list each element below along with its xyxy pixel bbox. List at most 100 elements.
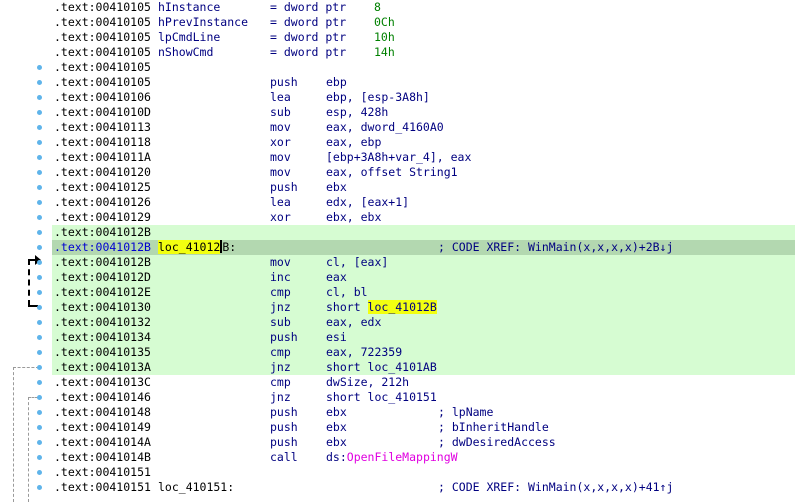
instruction-operands[interactable]: ebx, ebx [326,210,381,225]
code-label[interactable]: loc_41012 B: [158,240,236,255]
breakpoint-dot[interactable] [37,275,42,280]
breakpoint-dot[interactable] [37,470,42,475]
listing-line[interactable]: .text:00410106 lea ebp, [esp-3A8h] [52,90,795,105]
code-xref-comment[interactable]: ; CODE XREF: WinMain(x,x,x,x)+2B↓j [438,240,673,255]
listing-line[interactable]: .text:00410149 push ebx ; bInheritHandle [52,420,795,435]
breakpoint-dot[interactable] [37,170,42,175]
breakpoint-dot[interactable] [37,200,42,205]
listing-line[interactable]: .text:00410105 hPrevInstance = dword ptr 0C… [52,15,795,30]
listing-line[interactable]: .text:0041012B loc_41012 B: ; CODE XREF: Wi… [52,240,795,255]
breakpoint-dot[interactable] [37,335,42,340]
instruction-operands[interactable]: cl, [eax] [326,255,388,270]
breakpoint-dot[interactable] [37,320,42,325]
listing-line[interactable]: .text:0041012D inc eax [52,270,795,285]
stack-var-name[interactable]: hInstance [158,0,220,15]
instruction-operands[interactable]: ebx [326,180,347,195]
instruction-operands[interactable]: ebx [326,420,347,435]
instruction-operands[interactable]: ebp, [esp-3A8h] [326,90,430,105]
instruction-operands[interactable]: eax, edx [326,315,381,330]
listing-line[interactable]: .text:00410151 loc_410151: ; CODE XREF: Wi… [52,480,795,495]
highlighted-label[interactable]: loc_41012 [158,240,221,254]
listing-line[interactable]: .text:00410105 nShowCmd = dword ptr 14h [52,45,795,60]
instruction-operands[interactable]: edx, [eax+1] [326,195,409,210]
listing-line[interactable]: .text:00410129 xor ebx, ebx [52,210,795,225]
instruction-operands[interactable]: eax, ebp [326,135,381,150]
listing-line[interactable]: .text:0041012B mov cl, [eax] [52,255,795,270]
breakpoint-dot[interactable] [37,230,42,235]
breakpoint-dot[interactable] [37,65,42,70]
listing-line[interactable]: .text:0041012E cmp cl, bl [52,285,795,300]
listing-line[interactable]: .text:00410130 jnz short loc_41012B [52,300,795,315]
listing-line[interactable]: .text:00410148 push ebx ; lpName [52,405,795,420]
instruction-operands[interactable]: esi [326,330,347,345]
instruction-operands[interactable]: cl, bl [326,285,368,300]
breakpoint-dot[interactable] [37,125,42,130]
instruction-operands[interactable]: eax [326,270,347,285]
listing-line[interactable]: .text:00410113 mov eax, dword_4160A0 [52,120,795,135]
breakpoint-dot[interactable] [37,110,42,115]
listing-line[interactable]: .text:00410146 jnz short loc_410151 [52,390,795,405]
instruction-operands[interactable]: eax, dword_4160A0 [326,120,444,135]
listing-line[interactable]: .text:00410105 [52,60,795,75]
breakpoint-dot[interactable] [37,485,42,490]
instruction-operands[interactable]: ebx [326,405,347,420]
instruction-operands[interactable]: eax, 722359 [326,345,402,360]
breakpoint-dot[interactable] [37,260,42,265]
instruction-operands[interactable]: [ebp+3A8h+var_4], eax [326,150,471,165]
breakpoint-dot[interactable] [37,365,42,370]
breakpoint-dot[interactable] [37,350,42,355]
listing-line[interactable]: .text:0041014B call ds:OpenFileMappingW [52,450,795,465]
imported-function[interactable]: OpenFileMappingW [347,450,458,464]
breakpoint-dot[interactable] [37,290,42,295]
instruction-operands[interactable]: short loc_410151 [326,390,437,405]
listing-line[interactable]: .text:00410132 sub eax, edx [52,315,795,330]
breakpoint-dot[interactable] [37,380,42,385]
listing-line[interactable]: .text:0041011A mov [ebp+3A8h+var_4], eax [52,150,795,165]
instruction-operands[interactable]: short loc_41012B [326,300,437,315]
breakpoint-dot[interactable] [37,215,42,220]
listing-line[interactable]: .text:00410118 xor eax, ebp [52,135,795,150]
breakpoint-dot[interactable] [37,155,42,160]
breakpoint-dot[interactable] [37,95,42,100]
breakpoint-dot[interactable] [37,425,42,430]
breakpoint-dot[interactable] [37,410,42,415]
listing-line[interactable]: .text:00410125 push ebx [52,180,795,195]
instruction-operands[interactable]: ebx [326,435,347,450]
instruction-operands[interactable]: dwSize, 212h [326,375,409,390]
breakpoint-dot[interactable] [37,440,42,445]
listing-line[interactable]: .text:00410151 [52,465,795,480]
breakpoint-dot[interactable] [37,395,42,400]
code-label[interactable]: loc_410151: [158,480,234,495]
instruction-operands[interactable]: ds:OpenFileMappingW [326,450,458,465]
breakpoint-dot[interactable] [37,140,42,145]
listing-line[interactable]: .text:00410134 push esi [52,330,795,345]
highlighted-label-ref[interactable]: loc_41012B [367,300,437,314]
instruction-operands[interactable]: esp, 428h [326,105,388,120]
breakpoint-dot[interactable] [37,305,42,310]
listing-line[interactable]: .text:00410105 push ebp [52,75,795,90]
listing-line[interactable]: .text:0041010D sub esp, 428h [52,105,795,120]
listing-line[interactable]: .text:0041013A jnz short loc_4101AB [52,360,795,375]
breakpoint-dot[interactable] [37,185,42,190]
line-address: .text:00410105 [54,30,151,44]
listing-line[interactable]: .text:0041013C cmp dwSize, 212h [52,375,795,390]
listing-line[interactable]: .text:00410126 lea edx, [eax+1] [52,195,795,210]
disassembly-listing[interactable]: .text:00410105 hInstance = dword ptr 8 .text… [52,0,795,502]
listing-line[interactable]: .text:0041012B [52,225,795,240]
instruction-operands[interactable]: eax, offset String1 [326,165,458,180]
listing-line[interactable]: .text:00410120 mov eax, offset String1 [52,165,795,180]
stack-var-name[interactable]: hPrevInstance [158,15,248,30]
breakpoint-dot[interactable] [37,80,42,85]
listing-line[interactable]: .text:0041014A push ebx ; dwDesiredAccess [52,435,795,450]
instruction-operands[interactable]: short loc_4101AB [326,360,437,375]
code-xref-comment[interactable]: ; CODE XREF: WinMain(x,x,x,x)+41↑j [438,480,673,495]
argument-comment: ; dwDesiredAccess [438,435,556,449]
listing-line[interactable]: .text:00410105 hInstance = dword ptr 8 [52,0,795,15]
listing-line[interactable]: .text:00410135 cmp eax, 722359 [52,345,795,360]
instruction-operands[interactable]: ebp [326,75,347,90]
stack-var-name[interactable]: lpCmdLine [158,30,220,45]
stack-var-name[interactable]: nShowCmd [158,45,213,60]
listing-line[interactable]: .text:00410105 lpCmdLine = dword ptr 10h [52,30,795,45]
breakpoint-dot[interactable] [37,455,42,460]
breakpoint-dot[interactable] [37,245,42,250]
